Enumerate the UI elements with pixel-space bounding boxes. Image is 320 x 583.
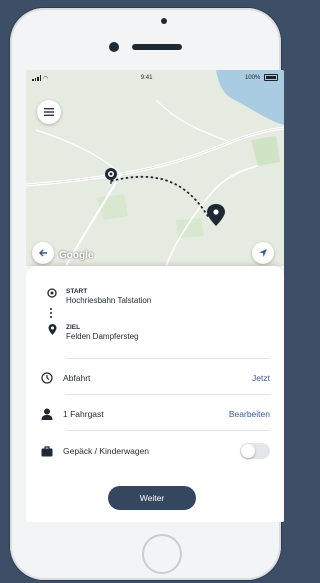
route-connector [50, 308, 52, 318]
home-button[interactable] [142, 534, 182, 574]
person-icon [40, 407, 54, 421]
start-target-icon [46, 288, 58, 298]
start-location-row[interactable]: START Hochriesbahn Talstation [46, 288, 151, 306]
app-screen: ◠ 9:41 100% Google START Hochriesbahn Ta… [26, 70, 284, 522]
locate-button[interactable] [252, 242, 274, 264]
destination-label: ZIEL [66, 324, 81, 331]
divider [66, 394, 270, 395]
back-arrow-icon [39, 249, 47, 257]
destination-location-row[interactable]: ZIEL Felden Dampfersteg [46, 324, 138, 342]
luggage-label: Gepäck / Kinderwagen [63, 446, 149, 456]
divider [66, 358, 270, 359]
google-attribution: Google [59, 250, 94, 261]
divider [66, 430, 270, 431]
luggage-icon [40, 444, 54, 458]
continue-button[interactable]: Weiter [108, 486, 196, 510]
start-marker-icon[interactable] [105, 168, 117, 184]
toggle-knob [241, 444, 255, 458]
luggage-toggle[interactable] [240, 443, 270, 459]
luggage-row[interactable]: Gepäck / Kinderwagen [26, 440, 284, 462]
clock-icon [40, 371, 54, 385]
departure-label: Abfahrt [63, 373, 91, 383]
sensor-dot [161, 18, 167, 24]
destination-pin-small-icon [46, 324, 58, 335]
battery-percent: 100% [244, 75, 261, 82]
wifi-icon: ◠ [43, 75, 49, 82]
signal-indicator: ◠ [32, 75, 48, 82]
menu-icon [44, 108, 54, 116]
battery-icon [264, 74, 278, 82]
destination-value: Felden Dampfersteg [66, 332, 139, 341]
destination-pin-icon[interactable] [207, 204, 225, 226]
signal-icon [32, 75, 41, 81]
navigation-arrow-icon [259, 249, 267, 257]
passengers-label: 1 Fahrgast [63, 409, 104, 419]
menu-button[interactable] [37, 100, 61, 124]
back-button[interactable] [32, 242, 54, 264]
earpiece-speaker [132, 44, 182, 50]
edit-passengers-link[interactable]: Bearbeiten [229, 409, 270, 419]
passengers-row[interactable]: 1 Fahrgast Bearbeiten [26, 403, 284, 425]
battery-indicator: 100% [244, 74, 278, 82]
front-camera [109, 42, 119, 52]
status-bar: ◠ 9:41 100% [26, 70, 284, 86]
booking-sheet: START Hochriesbahn Talstation ZIEL Felde… [26, 266, 284, 522]
departure-now-link[interactable]: Jetzt [252, 373, 270, 383]
status-time: 9:41 [140, 75, 153, 81]
departure-row[interactable]: Abfahrt Jetzt [26, 367, 284, 389]
start-value: Hochriesbahn Talstation [66, 296, 152, 305]
map-canvas [26, 70, 284, 266]
map-view[interactable] [26, 70, 284, 266]
start-label: START [66, 288, 88, 295]
